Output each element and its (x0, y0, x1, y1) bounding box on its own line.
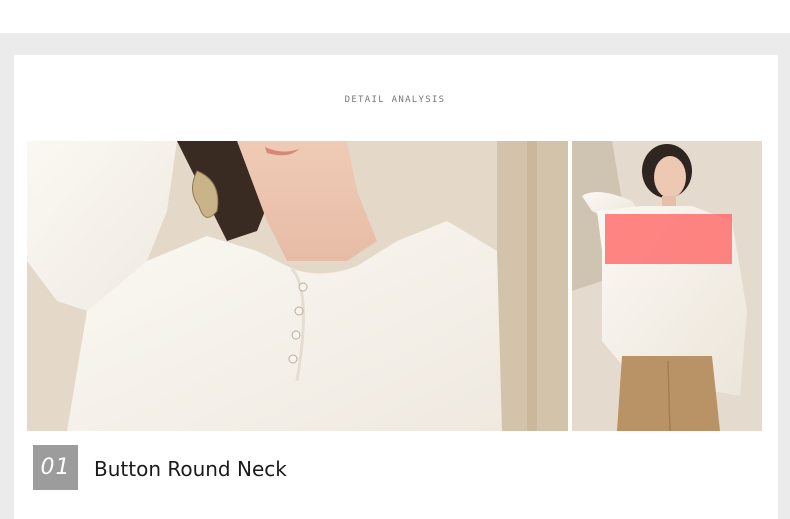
neckline-closeup-illustration (27, 141, 568, 431)
neckline-highlight (605, 214, 732, 264)
feature-number-badge: 01 (33, 445, 78, 490)
neckline-closeup-image (27, 141, 568, 431)
model-side-illustration (572, 141, 762, 431)
model-side-image (572, 141, 762, 431)
section-title: DETAIL ANALYSIS (344, 95, 446, 105)
feature-title: Button Round Neck (94, 457, 287, 481)
top-spacer (0, 0, 790, 33)
